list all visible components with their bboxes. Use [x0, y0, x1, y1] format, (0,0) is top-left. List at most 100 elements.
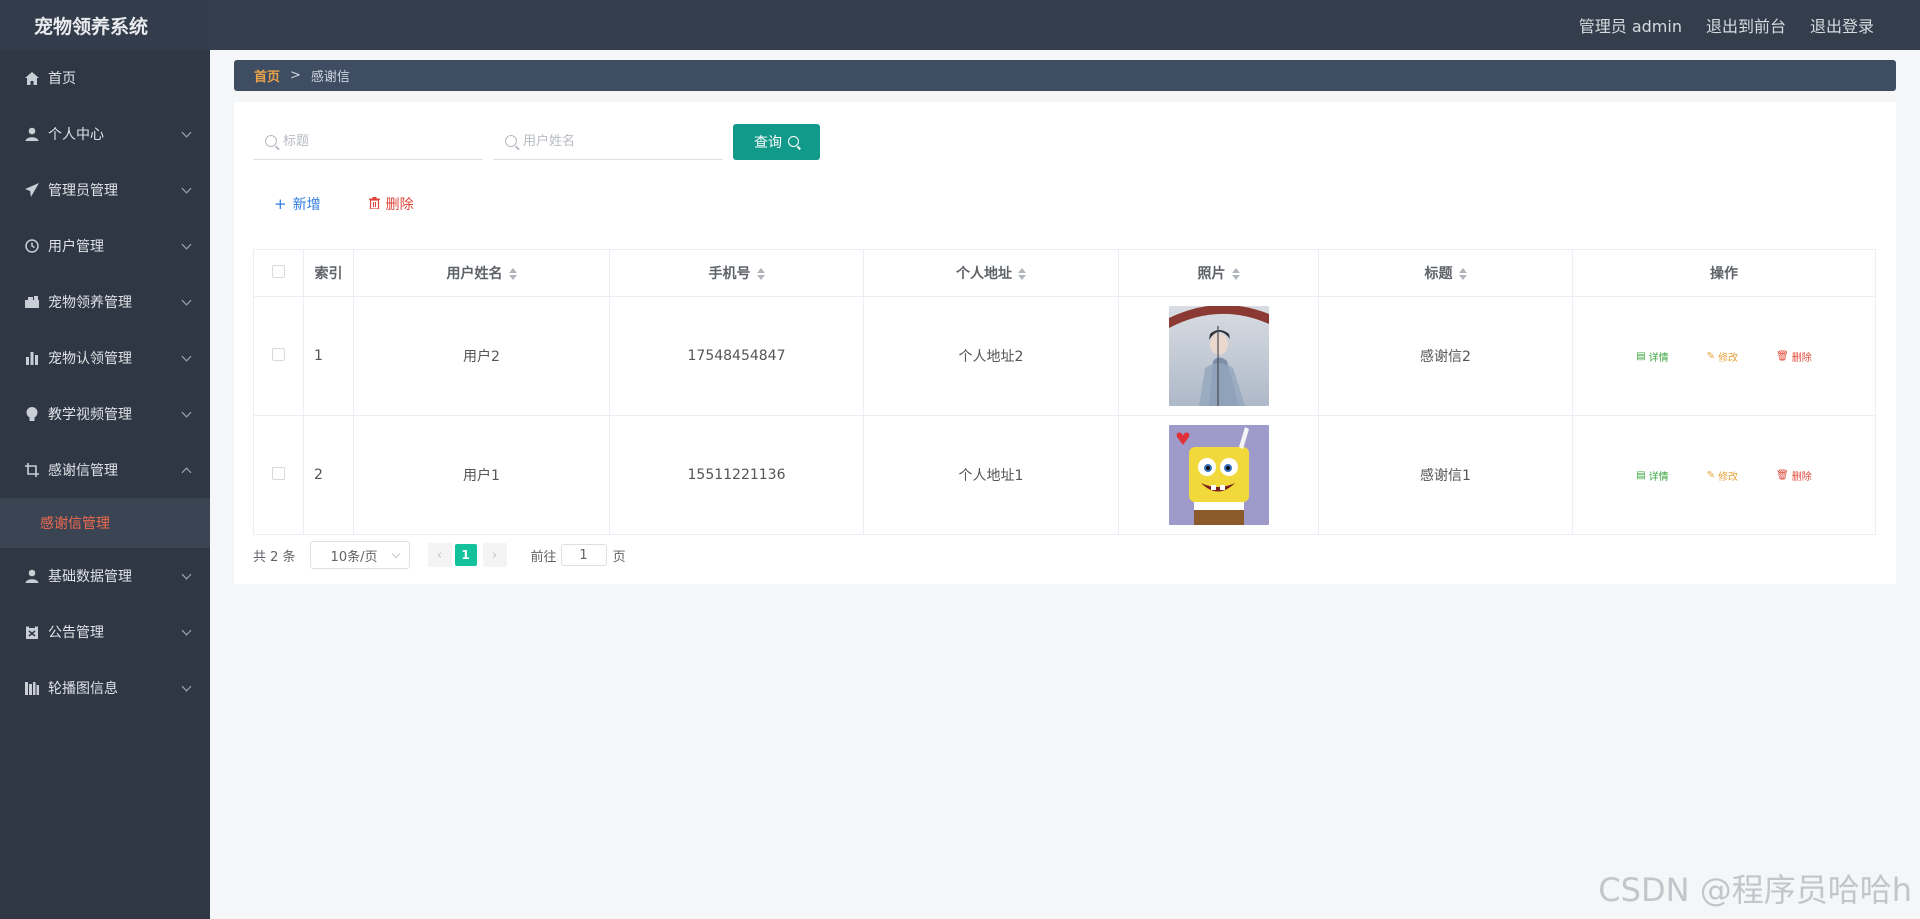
sidebar-item-home[interactable]: 首页 [0, 50, 210, 106]
chevron-down-icon [181, 239, 192, 250]
sidebar-item-adoption[interactable]: 宠物领养管理 [0, 274, 210, 330]
goto-page-input[interactable] [560, 544, 607, 566]
sidebar-item-notice[interactable]: 公告管理 [0, 604, 210, 660]
sidebar-item-basic-data[interactable]: 基础数据管理 [0, 548, 210, 604]
search-bar: 查询 [253, 123, 820, 160]
goto-prefix: 前往 [530, 549, 557, 565]
page-number-current[interactable]: 1 [454, 544, 477, 566]
sort-icon[interactable] [508, 268, 517, 280]
cell-name: 用户1 [353, 415, 610, 535]
batch-delete-label: 删除 [385, 197, 414, 213]
column-header-address[interactable]: 个人地址 [863, 249, 1119, 297]
clipboard-icon [24, 624, 40, 640]
sidebar-item-label: 用户管理 [48, 239, 104, 255]
column-header-name[interactable]: 用户姓名 [353, 249, 610, 297]
page-size-value: 10条/页 [330, 549, 378, 565]
home-icon [24, 70, 40, 86]
table-header-row: 索引 用户姓名 手机号 个人地址 照片 标题 操作 [253, 249, 1876, 297]
row-select-cell [253, 296, 304, 416]
top-bar: 宠物领养系统 管理员 admin 退出到前台 退出登录 [0, 0, 1920, 50]
sidebar-item-personal[interactable]: 个人中心 [0, 106, 210, 162]
select-all-cell [253, 249, 304, 297]
edit-button[interactable]: ✎ 修改 [1707, 349, 1738, 364]
trash-icon: 🗑 [1776, 350, 1789, 362]
logout-link[interactable]: 退出登录 [1810, 13, 1874, 37]
app-title: 宠物领养系统 [0, 0, 210, 50]
sort-icon[interactable] [1231, 268, 1240, 280]
document-icon: ▤ [1636, 469, 1646, 481]
cell-actions: ▤ 详情 ✎ 修改 🗑 删除 [1572, 296, 1876, 416]
chevron-down-icon [181, 351, 192, 362]
chevron-down-icon [181, 183, 192, 194]
column-header-photo[interactable]: 照片 [1118, 249, 1319, 297]
breadcrumb-home-link[interactable]: 首页 [254, 66, 280, 85]
cell-address: 个人地址1 [863, 415, 1119, 535]
total-count: 共 2 条 [253, 549, 296, 565]
goto-suffix: 页 [612, 549, 626, 565]
column-header-index: 索引 [303, 249, 354, 297]
delete-button[interactable]: 🗑 删除 [1776, 468, 1812, 483]
sidebar-item-video[interactable]: 教学视频管理 [0, 386, 210, 442]
view-detail-button[interactable]: ▤ 详情 [1636, 349, 1668, 364]
row-actions: ▤ 详情 ✎ 修改 🗑 删除 [1573, 468, 1875, 483]
edit-button[interactable]: ✎ 修改 [1707, 468, 1738, 483]
batch-delete-button[interactable]: 删除 [368, 194, 414, 214]
sidebar-item-claim[interactable]: 宠物认领管理 [0, 330, 210, 386]
chevron-down-icon [181, 407, 192, 418]
trash-icon [368, 195, 380, 213]
chevron-down-icon [181, 127, 192, 138]
title-search-input[interactable] [283, 133, 463, 149]
column-header-title[interactable]: 标题 [1318, 249, 1573, 297]
row-actions: ▤ 详情 ✎ 修改 🗑 删除 [1573, 349, 1875, 364]
breadcrumb-current: 感谢信 [310, 70, 350, 85]
go-front-link[interactable]: 退出到前台 [1706, 13, 1786, 37]
cell-address: 个人地址2 [863, 296, 1119, 416]
sidebar-item-label: 基础数据管理 [48, 569, 132, 585]
row-checkbox[interactable] [272, 466, 285, 480]
photo-thumbnail[interactable] [1168, 306, 1269, 406]
action-bar: + 新增 删除 [274, 194, 462, 214]
prev-page-button[interactable]: ‹ [427, 543, 452, 567]
sort-icon[interactable] [756, 268, 765, 280]
sidebar-item-admin[interactable]: 管理员管理 [0, 162, 210, 218]
chevron-down-icon [391, 549, 400, 559]
sidebar: 首页 个人中心 管理员管理 用户管理 宠物领养管理 宠物认领管理 教学视频管理 … [0, 50, 210, 919]
watermark: CSDN @程序员哈哈h [1598, 871, 1912, 909]
user-icon [24, 126, 40, 142]
delete-button[interactable]: 🗑 删除 [1776, 349, 1812, 364]
view-detail-button[interactable]: ▤ 详情 [1636, 468, 1668, 483]
document-icon: ▤ [1636, 350, 1646, 362]
add-button[interactable]: + 新增 [274, 194, 321, 214]
table-row: 1 用户2 17548454847 个人地址2 感谢信2 ▤ 详情 ✎ 修改 🗑… [253, 296, 1876, 416]
name-search-input[interactable] [523, 133, 703, 149]
sort-icon[interactable] [1458, 268, 1467, 280]
search-icon [505, 135, 517, 147]
crop-icon [24, 462, 40, 478]
sidebar-item-label: 首页 [48, 71, 76, 87]
breadcrumb: 首页 > 感谢信 [234, 60, 1896, 91]
search-icon [788, 136, 799, 147]
sidebar-item-thanks[interactable]: 感谢信管理 [0, 442, 210, 498]
chevron-down-icon [181, 295, 192, 306]
sidebar-item-label: 轮播图信息 [48, 681, 118, 697]
cell-name: 用户2 [353, 296, 610, 416]
sort-icon[interactable] [1018, 268, 1026, 280]
query-button-label: 查询 [754, 133, 782, 150]
sidebar-item-carousel[interactable]: 轮播图信息 [0, 660, 210, 716]
sidebar-item-users[interactable]: 用户管理 [0, 218, 210, 274]
row-checkbox[interactable] [272, 347, 285, 361]
cell-photo [1118, 296, 1319, 416]
cell-phone: 15511221136 [609, 415, 864, 535]
column-header-phone[interactable]: 手机号 [609, 249, 864, 297]
cell-title: 感谢信1 [1318, 415, 1573, 535]
sidebar-item-label: 个人中心 [48, 127, 104, 143]
photo-thumbnail[interactable] [1168, 425, 1269, 525]
next-page-button[interactable]: › [482, 543, 507, 567]
header-actions: 管理员 admin 退出到前台 退出登录 [1555, 13, 1920, 37]
table-row: 2 用户1 15511221136 个人地址1 感谢信1 ▤ 详情 ✎ 修改 🗑… [253, 415, 1876, 535]
page-size-select[interactable]: 10条/页 [309, 541, 410, 569]
select-all-checkbox[interactable] [272, 264, 285, 278]
query-button[interactable]: 查询 [733, 123, 820, 160]
sidebar-subitem-thanks-manage[interactable]: 感谢信管理 [0, 498, 210, 548]
add-button-label: 新增 [292, 197, 321, 213]
